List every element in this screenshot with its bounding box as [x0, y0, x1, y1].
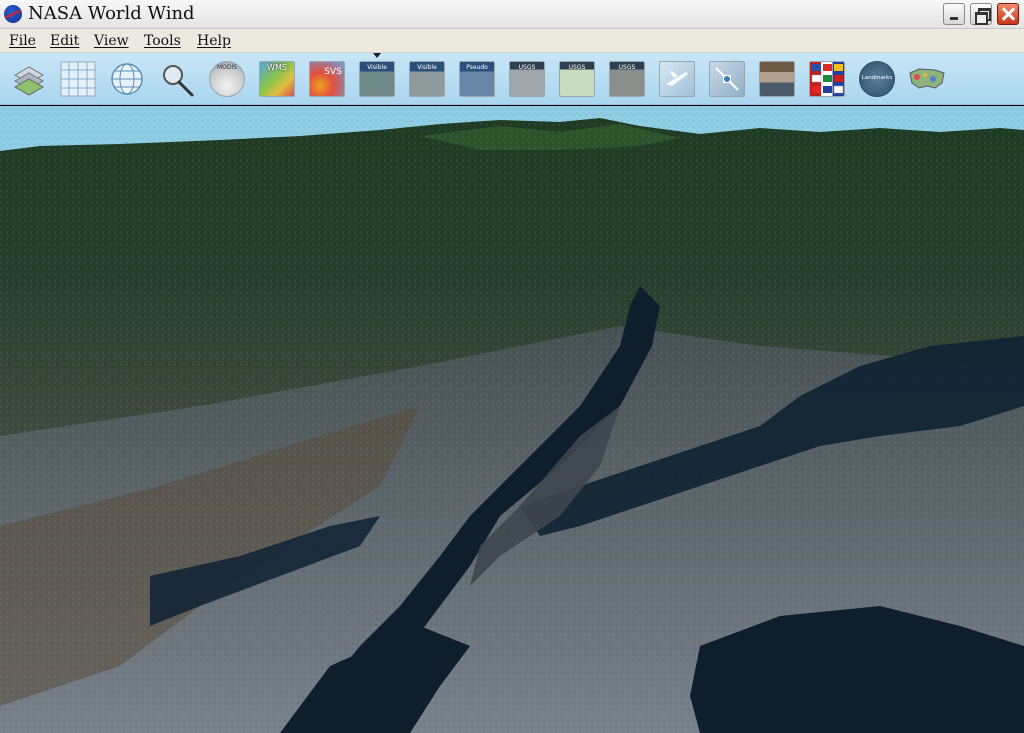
restore-button[interactable]	[970, 3, 992, 25]
rapid-fire-modis-button[interactable]: MODIS	[209, 61, 245, 97]
flags-icon	[809, 61, 845, 97]
usgs-imagery-icon: USGS	[609, 61, 645, 97]
satellite-icon	[715, 67, 739, 91]
animated-earth-icon	[759, 61, 795, 97]
toolbar: MODIS WMS SVS Visible Visible Pseudo USG…	[0, 53, 1024, 105]
close-button[interactable]	[997, 3, 1019, 25]
usgs-urban-icon: USGS	[509, 61, 545, 97]
title-bar: NASA World Wind	[0, 0, 1024, 29]
place-finder-button[interactable]	[659, 61, 695, 97]
us-boundaries-icon	[909, 68, 945, 89]
globe-icon	[111, 63, 143, 95]
search-button[interactable]	[159, 61, 195, 97]
menu-edit[interactable]: Edit	[50, 33, 79, 49]
nasa-logo-icon	[4, 5, 22, 23]
svs-icon: SVS	[309, 61, 345, 97]
landmarks-icon: Landmarks	[859, 61, 895, 97]
landsat7-pseudo-button[interactable]: Pseudo	[459, 61, 495, 97]
usgs-urban-button[interactable]: USGS	[509, 61, 545, 97]
menu-bar: File Edit View Tools Help	[0, 29, 1024, 53]
landsat7-pseudo-icon: Pseudo	[459, 61, 495, 97]
landmarks-button[interactable]: Landmarks	[859, 61, 895, 97]
terrain-view	[0, 106, 1024, 733]
globe-button[interactable]	[109, 61, 145, 97]
window-title: NASA World Wind	[28, 3, 195, 24]
landsat7-visible-wms-icon: Visible	[409, 61, 445, 97]
wms-browser-button[interactable]: WMS	[259, 61, 295, 97]
minimize-button[interactable]	[943, 3, 965, 25]
landsat7-visible-wms-button[interactable]: Visible	[409, 61, 445, 97]
menu-file[interactable]: File	[9, 33, 36, 49]
grid-lines-icon	[60, 61, 96, 97]
scale-bar-icon	[709, 61, 745, 97]
wms-browser-icon: WMS	[259, 61, 295, 97]
landsat7-visible-icon: Visible	[359, 61, 395, 97]
globe-viewport[interactable]	[0, 106, 1024, 733]
airplane-icon	[666, 71, 688, 86]
usgs-topo-button[interactable]: USGS	[559, 61, 595, 97]
menu-help[interactable]: Help	[197, 33, 231, 49]
rapid-fire-modis-icon: MODIS	[209, 61, 245, 97]
scale-bar-button[interactable]	[709, 61, 745, 97]
search-icon	[163, 65, 194, 97]
flags-button[interactable]	[809, 61, 845, 97]
svs-button[interactable]: SVS	[309, 61, 345, 97]
menu-view[interactable]: View	[94, 33, 129, 49]
layer-manager-icon	[13, 66, 45, 96]
landsat7-visible-button[interactable]: Visible	[359, 61, 395, 97]
us-boundaries-button[interactable]	[907, 61, 945, 97]
active-layer-indicator-icon	[373, 53, 381, 58]
place-finder-icon	[659, 61, 695, 97]
animated-earth-button[interactable]	[759, 61, 795, 97]
layer-manager-button[interactable]	[11, 61, 47, 97]
usgs-topo-icon: USGS	[559, 61, 595, 97]
lat-lon-grid-button[interactable]	[60, 61, 96, 97]
usgs-imagery-button[interactable]: USGS	[609, 61, 645, 97]
menu-tools[interactable]: Tools	[144, 33, 181, 49]
